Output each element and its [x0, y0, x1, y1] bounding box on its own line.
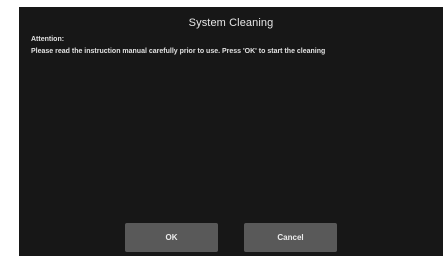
cleaning-dialog: System Cleaning Attention: Please read t…	[19, 7, 443, 256]
dialog-title: System Cleaning	[188, 17, 274, 29]
ok-button-label: OK	[165, 233, 178, 242]
ok-button[interactable]: OK	[125, 223, 218, 252]
cancel-button-label: Cancel	[277, 233, 304, 242]
instruction-message: Please read the instruction manual caref…	[31, 48, 326, 55]
attention-label: Attention:	[31, 36, 65, 43]
cancel-button[interactable]: Cancel	[244, 223, 337, 252]
